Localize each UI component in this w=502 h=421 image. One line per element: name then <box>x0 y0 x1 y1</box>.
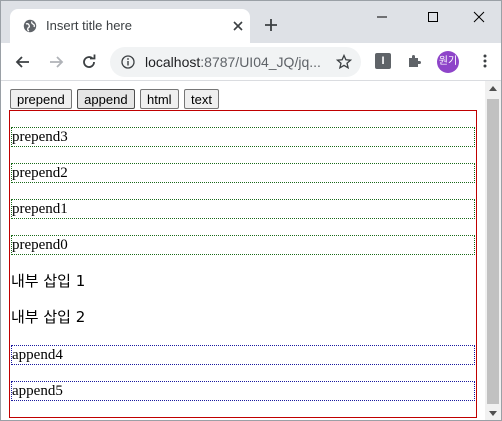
prepend-button[interactable]: prepend <box>10 89 72 109</box>
inner-item: 내부 삽입 2 <box>11 308 86 326</box>
more-menu-icon[interactable] <box>477 53 493 69</box>
extension-icon[interactable]: I <box>375 53 391 69</box>
html-button[interactable]: html <box>140 89 179 109</box>
text-button[interactable]: text <box>184 89 219 109</box>
appended-item: append4 <box>11 345 475 365</box>
address-bar[interactable]: localhost:8787/UI04_JQ/jq... <box>110 47 361 77</box>
tab-strip: Insert title here <box>1 1 501 43</box>
browser-toolbar: localhost:8787/UI04_JQ/jq... <box>1 43 501 81</box>
globe-icon <box>23 19 37 33</box>
bookmark-star-icon[interactable] <box>336 54 352 70</box>
new-tab-icon[interactable] <box>263 17 279 33</box>
page-viewport: prepend append html text prepend3 prepen… <box>1 81 485 420</box>
minimize-icon[interactable] <box>374 9 390 25</box>
info-icon[interactable] <box>121 55 135 69</box>
profile-avatar[interactable]: 원기 <box>437 51 459 73</box>
prepended-item: prepend1 <box>11 199 475 219</box>
inner-item: 내부 삽입 1 <box>11 272 86 290</box>
vertical-scrollbar[interactable] <box>485 81 501 420</box>
prepended-item: prepend2 <box>11 163 475 183</box>
prepended-item: prepend3 <box>11 127 475 147</box>
url-path: :8787/UI04_JQ/jq... <box>200 54 321 70</box>
extensions-puzzle-icon[interactable] <box>407 53 423 69</box>
scroll-up-arrow-icon[interactable] <box>489 86 497 91</box>
browser-window: Insert title here localhost:8787/UI04_JQ… <box>0 0 502 421</box>
target-container: prepend3 prepend2 prepend1 prepend0 내부 삽… <box>9 110 477 418</box>
url-text: localhost:8787/UI04_JQ/jq... <box>145 54 321 70</box>
maximize-icon[interactable] <box>425 9 441 25</box>
back-arrow-icon[interactable] <box>13 52 33 72</box>
scrollbar-thumb[interactable] <box>487 99 499 404</box>
url-host: localhost <box>145 54 201 70</box>
prepended-item: prepend0 <box>11 235 475 255</box>
reload-icon[interactable] <box>79 52 99 72</box>
close-tab-icon[interactable] <box>230 18 246 34</box>
browser-tab[interactable]: Insert title here <box>10 9 250 43</box>
tab-title: Insert title here <box>46 18 132 33</box>
appended-item: append5 <box>11 381 475 401</box>
button-row: prepend append html text <box>10 89 220 109</box>
scroll-down-arrow-icon[interactable] <box>489 411 497 416</box>
forward-arrow-icon[interactable] <box>46 52 66 72</box>
append-button[interactable]: append <box>77 89 135 109</box>
close-window-icon[interactable] <box>471 9 487 25</box>
